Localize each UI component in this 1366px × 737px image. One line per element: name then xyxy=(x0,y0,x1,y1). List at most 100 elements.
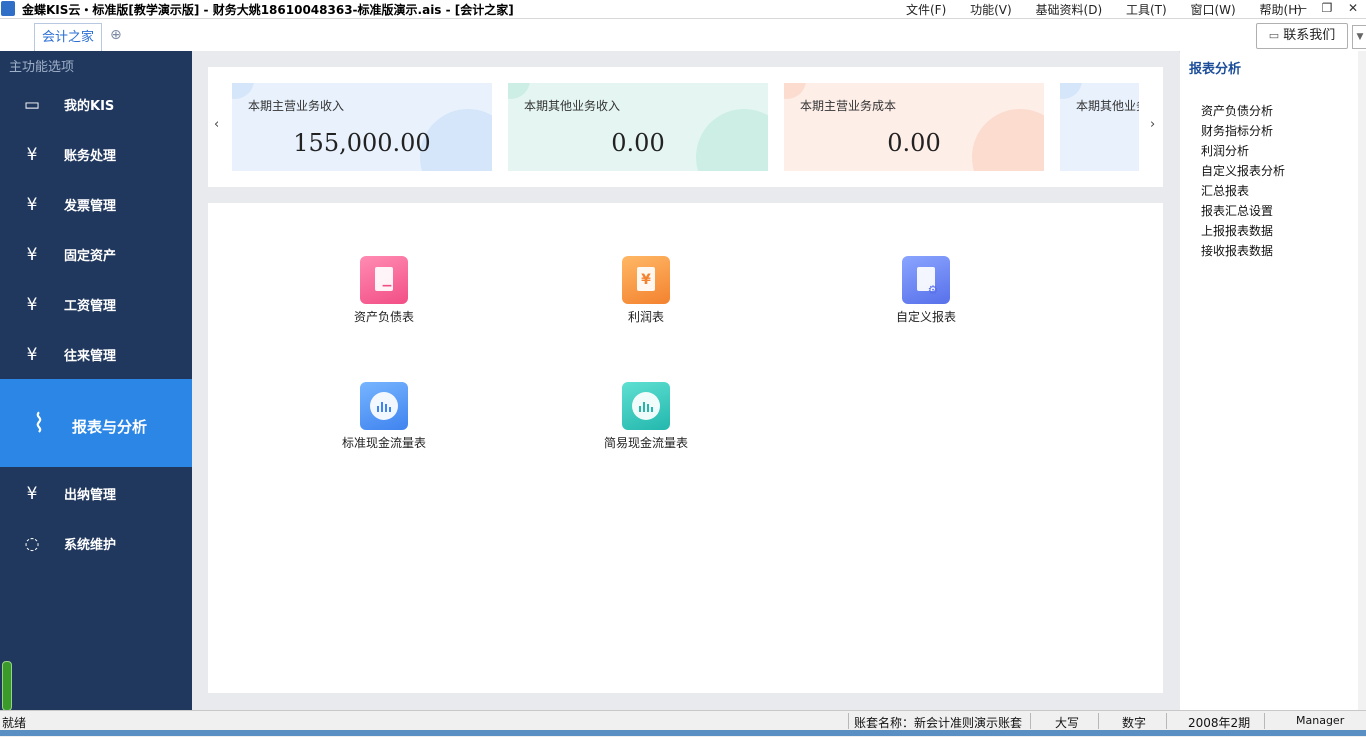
window-titlebar: 金蝶KIS云・标准版[教学演示版] - 财务大姚18610048363-标准版演… xyxy=(0,0,1366,19)
sidebar-item-label: 系统维护 xyxy=(64,538,117,553)
window-title: 金蝶KIS云・标准版[教学演示版] - 财务大姚18610048363-标准版演… xyxy=(22,3,514,17)
add-tab-icon[interactable]: ⊕ xyxy=(110,27,122,43)
menu-function[interactable]: 功能(V) xyxy=(970,3,1012,17)
status-period: 2008年2期 xyxy=(1188,716,1251,730)
tab-bar: 会计之家 ⊕ ▭ 联系我们 ▼ xyxy=(0,19,1366,52)
contact-us-button[interactable]: ▭ 联系我们 xyxy=(1256,23,1348,49)
sidebar-item-receivables[interactable]: ¥ 往来管理 xyxy=(0,329,192,379)
sidebar-item-label: 出纳管理 xyxy=(64,488,117,503)
exchange-icon: ¥ xyxy=(26,345,38,365)
sidebar-item-label: 固定资产 xyxy=(64,249,117,264)
status-divider xyxy=(1166,713,1167,729)
sidebar-item-label: 我的KIS xyxy=(64,99,115,114)
chat-icon: ▭ xyxy=(1268,29,1280,42)
app-logo-icon xyxy=(1,1,15,16)
monitor-icon: ▭ xyxy=(23,95,41,115)
chevron-down-icon[interactable]: ▼ xyxy=(1352,25,1366,49)
kpi-card-other-revenue[interactable]: 本期其他业务收入 0.00 xyxy=(508,83,768,171)
status-ready: 就绪 xyxy=(2,716,27,730)
status-account: 账套名称：新会计准则演示账套 xyxy=(854,716,1023,730)
cashflow-simple-icon xyxy=(622,382,670,430)
minimize-icon[interactable]: — xyxy=(1288,0,1314,16)
house-yuan-icon: ¥ xyxy=(26,245,38,265)
menu-bar: 文件(F) 功能(V) 基础资料(D) 工具(T) 窗口(W) 帮助(H) xyxy=(906,1,1322,18)
sidebar-item-label: 账务处理 xyxy=(64,149,117,164)
sidebar-item-label: 往来管理 xyxy=(64,349,117,364)
sidebar-item-reports[interactable]: ⌇ 报表与分析 xyxy=(0,379,192,467)
status-divider xyxy=(1098,713,1099,729)
report-label: 资产负债表 xyxy=(353,310,414,324)
menu-file[interactable]: 文件(F) xyxy=(906,3,946,17)
status-divider xyxy=(848,713,849,729)
close-icon[interactable]: ✕ xyxy=(1340,0,1366,16)
bar-chart-icon xyxy=(638,400,654,412)
gear-icon: ⚙ xyxy=(927,283,939,297)
kpi-carousel: ‹ 本期主营业务收入 155,000.00 本期其他业务收入 0.00 本期主营… xyxy=(208,67,1163,187)
sidebar-item-accounting[interactable]: ¥ 账务处理 xyxy=(0,129,192,179)
link-upload-report-data[interactable]: 上报报表数据 xyxy=(1201,222,1273,239)
custom-report-icon: ⚙ xyxy=(902,256,950,304)
tab-accounting-home[interactable]: 会计之家 xyxy=(34,23,102,52)
panel-scrollbar[interactable] xyxy=(1358,51,1366,710)
minus-badge-icon: − xyxy=(381,278,393,294)
status-user: Manager xyxy=(1296,714,1345,727)
link-custom-report-analysis[interactable]: 自定义报表分析 xyxy=(1201,162,1285,179)
kpi-card-main-revenue[interactable]: 本期主营业务收入 155,000.00 xyxy=(232,83,492,171)
sidebar-item-system[interactable]: ◌ 系统维护 xyxy=(0,518,192,568)
link-summary-report[interactable]: 汇总报表 xyxy=(1201,182,1249,199)
report-label: 利润表 xyxy=(627,310,664,324)
status-num: 数字 xyxy=(1122,716,1147,730)
kpi-value: 155,000.00 xyxy=(293,129,431,157)
report-icons-panel: − 资产负债表 ¥ 利润表 ⚙ 自定义报表 标准现金流量表 简易现金流量表 xyxy=(208,203,1163,693)
report-cashflow-standard[interactable]: 标准现金流量表 xyxy=(304,382,464,451)
window-controls: — ❐ ✕ xyxy=(1288,0,1366,18)
volume-meter xyxy=(2,661,12,711)
income-statement-icon: ¥ xyxy=(622,256,670,304)
link-receive-report-data[interactable]: 接收报表数据 xyxy=(1201,242,1273,259)
link-financial-indicators[interactable]: 财务指标分析 xyxy=(1201,122,1273,139)
yuan-shield-icon: ¥ xyxy=(26,145,38,165)
report-cashflow-simple[interactable]: 简易现金流量表 xyxy=(566,382,726,451)
kpi-label: 本期其他业务成本 xyxy=(1076,99,1139,113)
sidebar-item-cashier[interactable]: ¥ 出纳管理 xyxy=(0,468,192,518)
cycle-icon: ◌ xyxy=(24,534,40,554)
invoice-icon: ¥ xyxy=(26,195,38,215)
status-divider xyxy=(1030,713,1031,729)
link-profit-analysis[interactable]: 利润分析 xyxy=(1201,142,1249,159)
report-balance-sheet[interactable]: − 资产负债表 xyxy=(304,256,464,325)
report-label: 自定义报表 xyxy=(895,310,956,324)
contact-us-label: 联系我们 xyxy=(1283,28,1336,43)
sidebar-item-label: 发票管理 xyxy=(64,199,117,214)
kpi-card-other-cost[interactable]: 本期其他业务成本 xyxy=(1060,83,1139,171)
cashier-icon: ¥ xyxy=(26,484,38,504)
menu-tools[interactable]: 工具(T) xyxy=(1126,3,1167,17)
chart-board-icon: ⌇ xyxy=(32,409,46,439)
sidebar-item-invoice[interactable]: ¥ 发票管理 xyxy=(0,179,192,229)
report-analysis-panel: 报表分析 资产负债分析 财务指标分析 利润分析 自定义报表分析 汇总报表 报表汇… xyxy=(1180,51,1366,710)
menu-window[interactable]: 窗口(W) xyxy=(1190,3,1235,17)
wage-icon: ¥ xyxy=(26,295,38,315)
taskbar-strip xyxy=(0,730,1366,736)
kpi-label: 本期主营业务收入 xyxy=(248,99,345,113)
cashflow-standard-icon xyxy=(360,382,408,430)
link-balance-analysis[interactable]: 资产负债分析 xyxy=(1201,102,1273,119)
status-caps: 大写 xyxy=(1055,716,1080,730)
status-divider xyxy=(1264,713,1265,729)
carousel-next-icon[interactable]: › xyxy=(1150,117,1155,132)
report-custom[interactable]: ⚙ 自定义报表 xyxy=(846,256,1006,325)
sidebar-header: 主功能选项 xyxy=(9,60,75,75)
report-income-statement[interactable]: ¥ 利润表 xyxy=(566,256,726,325)
restore-icon[interactable]: ❐ xyxy=(1314,0,1340,16)
yuan-icon: ¥ xyxy=(641,272,651,288)
kpi-card-main-cost[interactable]: 本期主营业务成本 0.00 xyxy=(784,83,1044,171)
carousel-prev-icon[interactable]: ‹ xyxy=(214,117,219,132)
sidebar-item-label: 工资管理 xyxy=(64,299,117,314)
sidebar-item-payroll[interactable]: ¥ 工资管理 xyxy=(0,279,192,329)
kpi-label: 本期主营业务成本 xyxy=(800,99,897,113)
bar-chart-icon xyxy=(376,400,392,412)
main-content: ‹ 本期主营业务收入 155,000.00 本期其他业务收入 0.00 本期主营… xyxy=(192,51,1179,710)
link-summary-settings[interactable]: 报表汇总设置 xyxy=(1201,202,1273,219)
sidebar-item-fixed-assets[interactable]: ¥ 固定资产 xyxy=(0,229,192,279)
menu-basic-data[interactable]: 基础资料(D) xyxy=(1036,3,1103,17)
sidebar-item-my-kis[interactable]: ▭ 我的KIS xyxy=(0,79,192,129)
